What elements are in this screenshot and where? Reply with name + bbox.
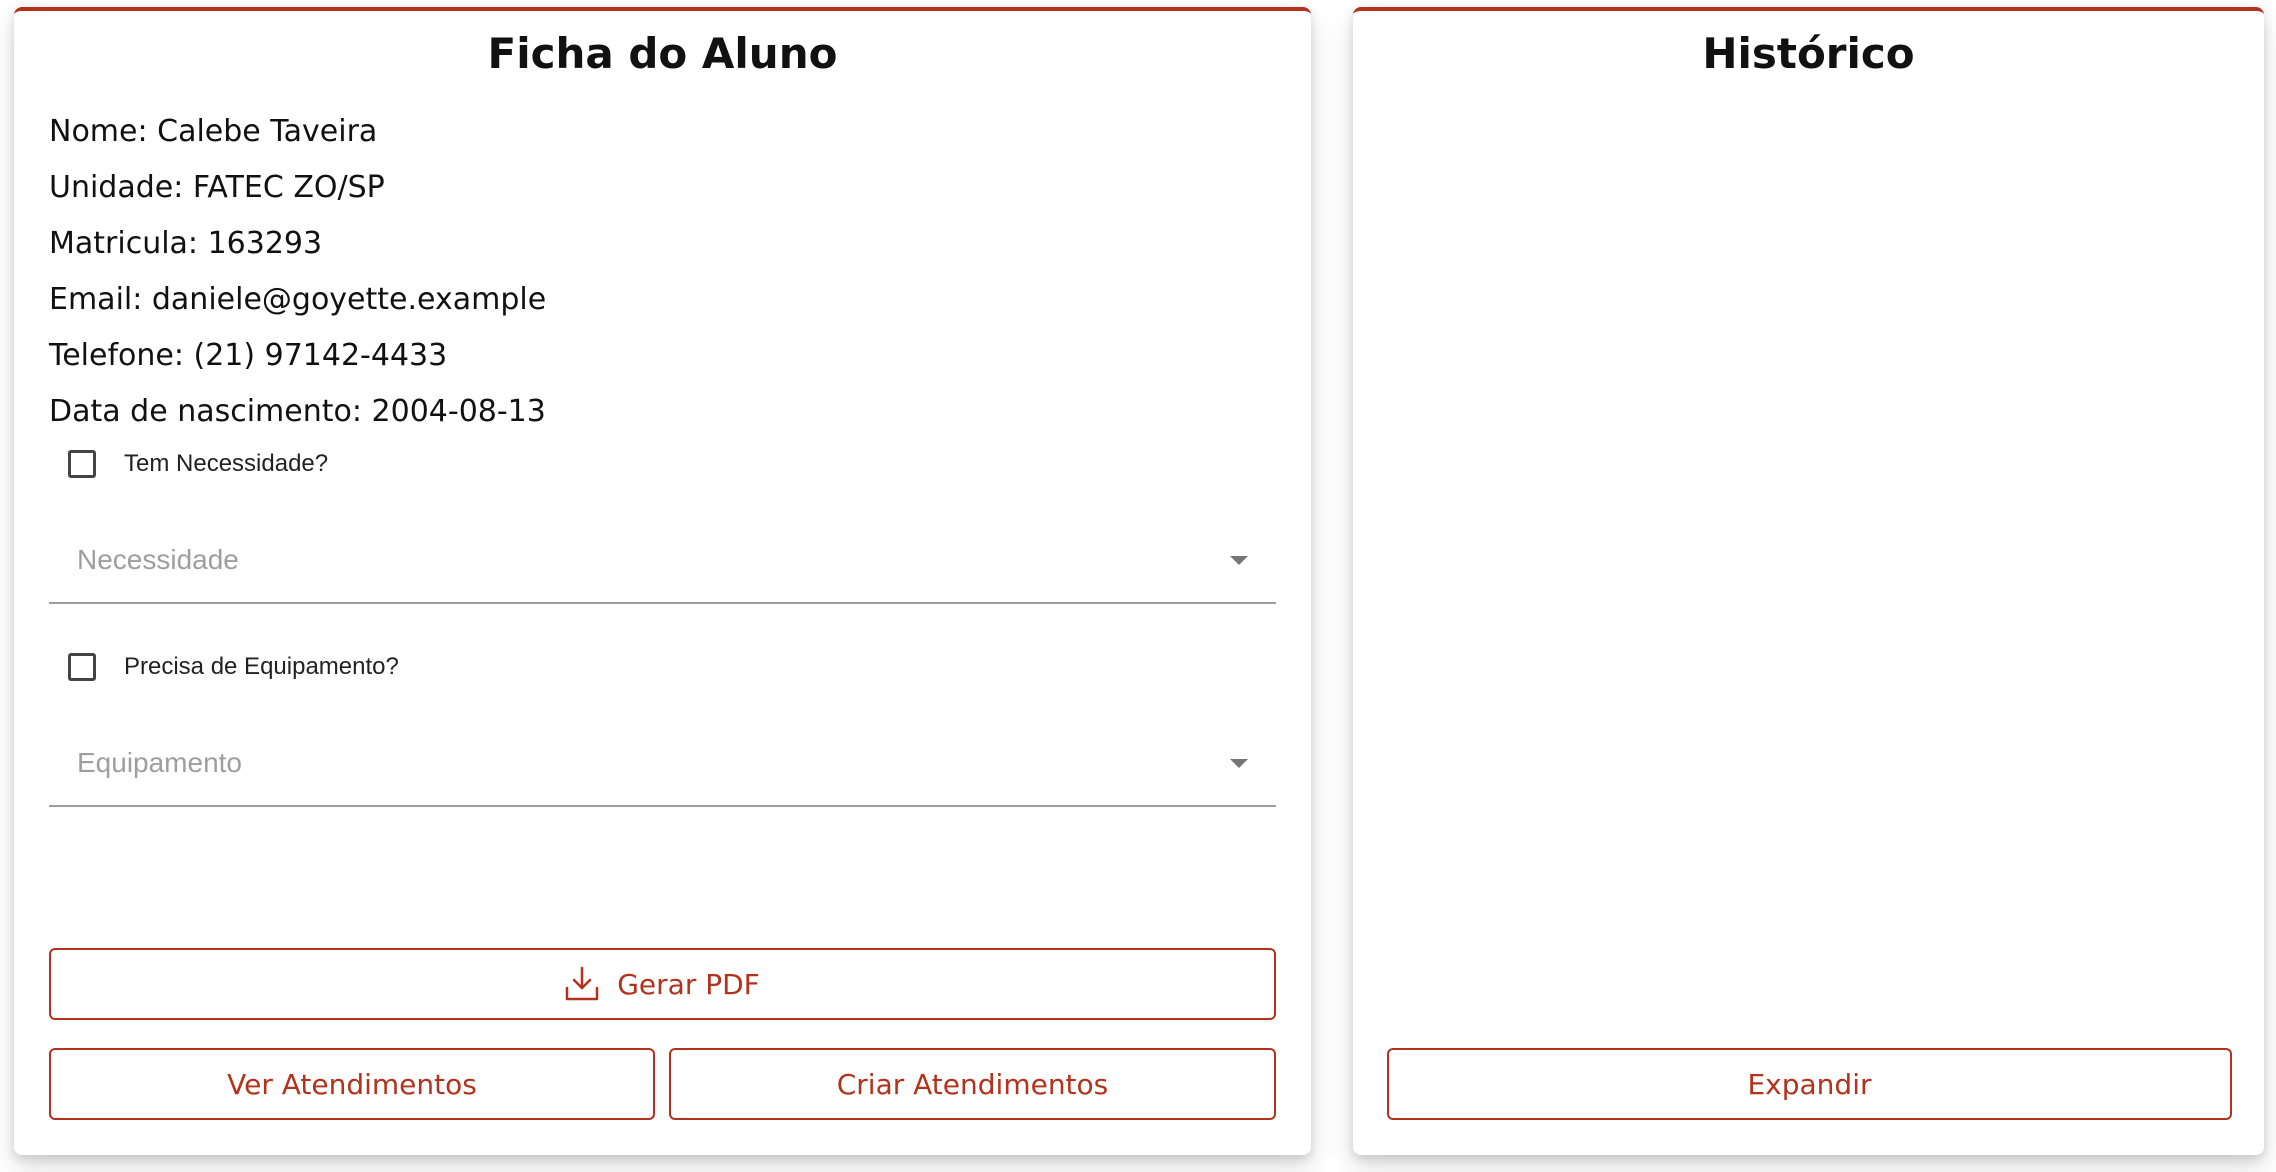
tem-necessidade-checkbox-row[interactable]: Tem Necessidade? [68, 450, 328, 478]
expandir-button[interactable]: Expandir [1387, 1048, 2232, 1120]
precisa-equipamento-checkbox[interactable] [68, 653, 96, 681]
matricula-text: Matricula: 163293 [49, 226, 323, 261]
tem-necessidade-checkbox[interactable] [68, 450, 96, 478]
nome-text: Nome: Calebe Taveira [49, 114, 378, 149]
historico-title: Histórico [1702, 29, 1915, 78]
precisa-equipamento-label: Precisa de Equipamento? [124, 653, 399, 680]
necessidade-select[interactable]: Necessidade [49, 520, 1276, 604]
email-text: Email: daniele@goyette.example [49, 282, 547, 317]
gerar-pdf-button[interactable]: Gerar PDF [49, 948, 1276, 1020]
ver-atendimentos-label: Ver Atendimentos [227, 1067, 477, 1101]
telefone-text: Telefone: (21) 97142-4433 [49, 338, 448, 373]
expandir-label: Expandir [1747, 1067, 1872, 1101]
chevron-down-icon[interactable] [1230, 556, 1248, 565]
ficha-title: Ficha do Aluno [487, 29, 838, 78]
ver-atendimentos-button[interactable]: Ver Atendimentos [49, 1048, 655, 1120]
historico-card: Histórico Expandir [1353, 7, 2264, 1155]
download-icon [565, 966, 599, 1002]
equipamento-select[interactable]: Equipamento [49, 723, 1276, 807]
chevron-down-icon[interactable] [1230, 759, 1248, 768]
criar-atendimentos-button[interactable]: Criar Atendimentos [669, 1048, 1276, 1120]
necessidade-placeholder: Necessidade [77, 544, 239, 575]
unidade-text: Unidade: FATEC ZO/SP [49, 170, 385, 205]
data-nascimento-text: Data de nascimento: 2004-08-13 [49, 394, 546, 429]
ficha-do-aluno-card: Ficha do Aluno Nome: Calebe Taveira Unid… [14, 7, 1311, 1155]
precisa-equipamento-checkbox-row[interactable]: Precisa de Equipamento? [68, 653, 399, 681]
equipamento-placeholder: Equipamento [77, 747, 243, 778]
tem-necessidade-label: Tem Necessidade? [124, 450, 329, 477]
gerar-pdf-label: Gerar PDF [617, 967, 760, 1001]
criar-atendimentos-label: Criar Atendimentos [836, 1067, 1109, 1101]
